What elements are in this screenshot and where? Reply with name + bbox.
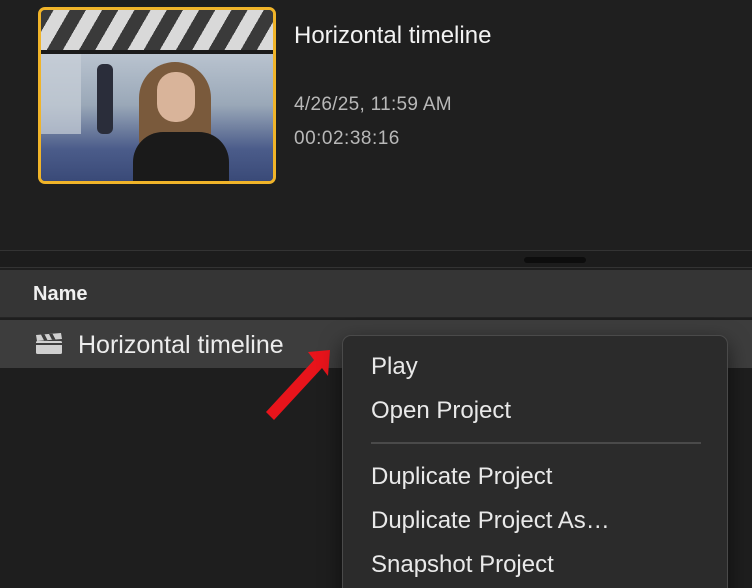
clapperboard-icon (35, 333, 63, 355)
project-preview-area: Horizontal timeline 4/26/25, 11:59 AM 00… (0, 0, 752, 250)
annotation-arrow-icon (266, 350, 330, 420)
menu-item-play[interactable]: Play (371, 353, 418, 381)
pane-splitter[interactable] (0, 250, 752, 268)
column-header-name[interactable]: Name (33, 283, 87, 306)
project-date: 4/26/25, 11:59 AM (294, 94, 452, 115)
project-thumbnail[interactable] (38, 7, 276, 184)
project-title: Horizontal timeline (294, 22, 492, 49)
context-menu: Play Open Project Duplicate Project Dupl… (342, 335, 728, 588)
splitter-handle[interactable] (524, 257, 586, 263)
menu-item-duplicate-project-as[interactable]: Duplicate Project As… (371, 507, 610, 535)
list-header: Name (0, 270, 752, 318)
project-duration: 00:02:38:16 (294, 128, 400, 149)
app-window: Horizontal timeline 4/26/25, 11:59 AM 00… (0, 0, 752, 588)
menu-separator (371, 442, 701, 444)
thumbnail-image (41, 54, 273, 181)
list-item-label: Horizontal timeline (78, 331, 284, 359)
menu-item-open-project[interactable]: Open Project (371, 397, 511, 425)
clapperboard-stripes (41, 10, 273, 50)
menu-item-snapshot-project[interactable]: Snapshot Project (371, 551, 554, 579)
menu-item-duplicate-project[interactable]: Duplicate Project (371, 463, 552, 491)
